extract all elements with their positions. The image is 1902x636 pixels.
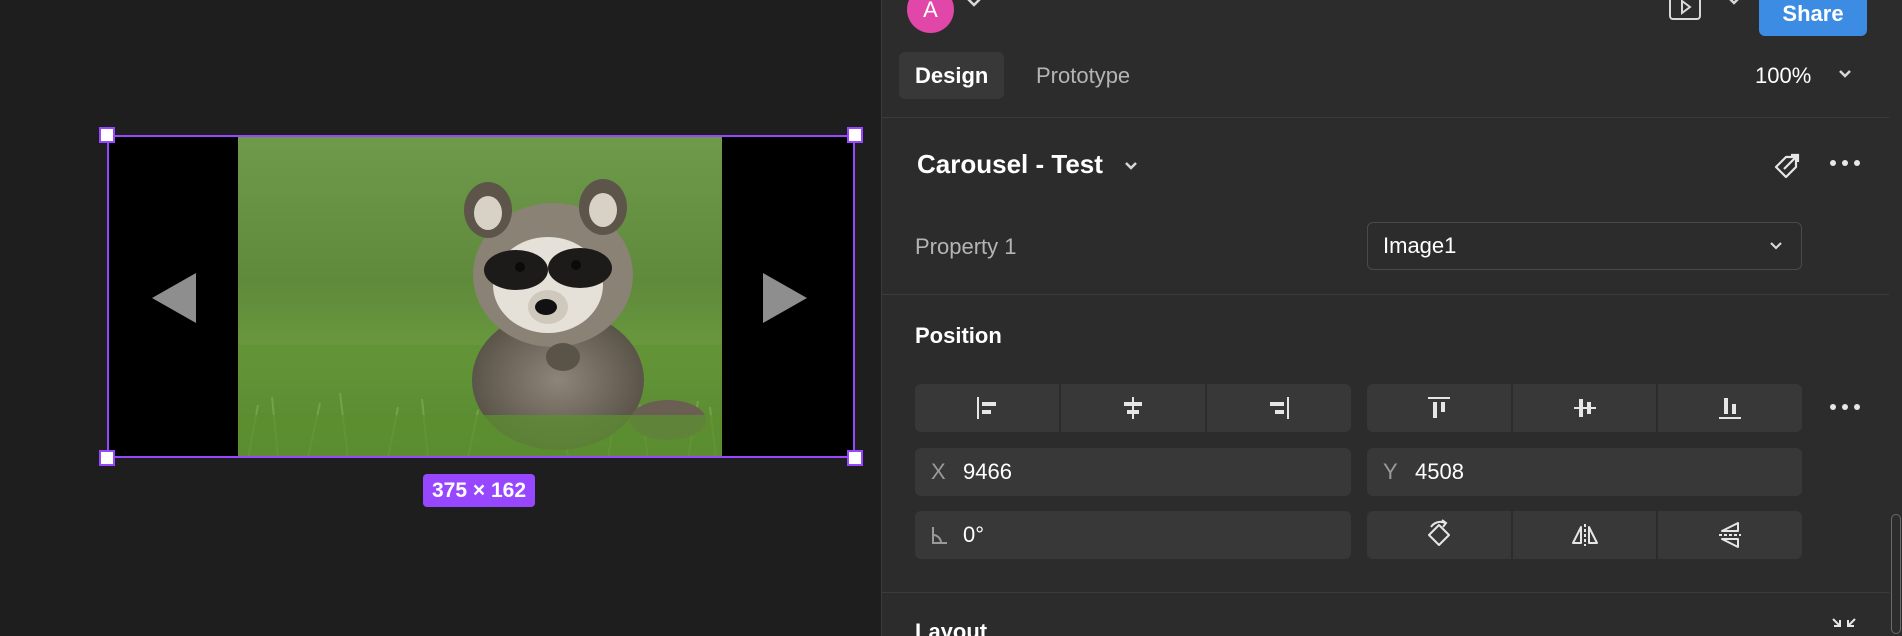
property-select[interactable]: Image1 [1367, 222, 1802, 270]
rotation-angle-icon [932, 527, 947, 544]
align-right-button[interactable] [1207, 384, 1351, 432]
divider [882, 592, 1902, 593]
align-vertical-center-icon [1573, 399, 1596, 417]
section-title-position: Position [915, 323, 1002, 348]
y-position-field[interactable]: Y 4508 [1367, 448, 1802, 496]
rotation-field[interactable]: 0° [915, 511, 1351, 559]
align-bottom-button[interactable] [1658, 384, 1802, 432]
rotate-icon [1427, 519, 1450, 546]
x-label: X [931, 459, 946, 484]
vertical-align-group [1367, 384, 1802, 432]
y-label: Y [1383, 459, 1398, 484]
x-position-field[interactable]: X 9466 [915, 448, 1351, 496]
tab-prototype[interactable]: Prototype [1020, 52, 1146, 99]
chevron-down-icon [1770, 242, 1782, 250]
transform-group [1367, 511, 1802, 559]
raccoon-image [238, 135, 722, 458]
rotation-value[interactable]: 0° [963, 511, 984, 559]
share-button[interactable]: Share [1759, 0, 1867, 36]
horizontal-align-group [915, 384, 1351, 432]
resize-handle-top-left[interactable] [99, 127, 115, 143]
go-to-main-component-icon[interactable] [1772, 151, 1802, 181]
tab-design[interactable]: Design [899, 52, 1005, 99]
chevron-down-icon[interactable] [1123, 160, 1139, 172]
chevron-down-icon[interactable] [1837, 68, 1853, 80]
zoom-level[interactable]: 100% [1755, 52, 1811, 99]
property-value: Image1 [1383, 233, 1457, 258]
align-left-icon [977, 397, 996, 419]
flip-vertical-button[interactable] [1658, 511, 1802, 559]
x-value[interactable]: 9466 [963, 448, 1012, 496]
rotate-90-button[interactable] [1367, 511, 1513, 559]
more-options-icon[interactable] [1828, 157, 1862, 169]
chevron-right-icon[interactable] [763, 273, 807, 323]
y-value[interactable]: 4508 [1415, 448, 1464, 496]
align-vertical-center-button[interactable] [1513, 384, 1659, 432]
app-root: 375 × 162 A Share Design Prototype 100% … [0, 0, 1902, 636]
align-right-icon [1270, 397, 1289, 419]
divider [882, 117, 1902, 118]
flip-horizontal-button[interactable] [1513, 511, 1659, 559]
collapse-icon[interactable] [1830, 617, 1858, 636]
resize-handle-top-right[interactable] [847, 127, 863, 143]
scrollbar-thumb[interactable] [1891, 514, 1901, 634]
flip-vertical-icon [1719, 522, 1742, 548]
align-top-icon [1427, 397, 1450, 418]
property-label: Property 1 [915, 234, 1017, 259]
align-top-button[interactable] [1367, 384, 1513, 432]
resize-handle-bottom-left[interactable] [99, 450, 115, 466]
section-title-layout: Layout [915, 619, 988, 636]
align-horizontal-center-button[interactable] [1061, 384, 1207, 432]
resize-handle-bottom-right[interactable] [847, 450, 863, 466]
carousel-frame[interactable] [107, 135, 855, 458]
play-icon [1681, 0, 1692, 15]
align-horizontal-center-icon [1124, 397, 1142, 419]
align-left-button[interactable] [915, 384, 1061, 432]
more-options-icon[interactable] [1828, 401, 1862, 413]
divider [882, 294, 1902, 295]
design-panel: A Share Design Prototype 100% Carousel -… [881, 0, 1902, 636]
chevron-down-icon[interactable] [965, 0, 983, 10]
avatar[interactable]: A [907, 0, 954, 33]
canvas[interactable]: 375 × 162 [0, 0, 881, 636]
component-name[interactable]: Carousel - Test [917, 149, 1103, 180]
align-bottom-icon [1719, 398, 1742, 419]
size-badge: 375 × 162 [423, 474, 536, 507]
flip-horizontal-icon [1571, 524, 1598, 546]
chevron-down-icon[interactable] [1725, 0, 1743, 8]
chevron-left-icon[interactable] [152, 273, 196, 323]
present-button[interactable] [1669, 0, 1701, 20]
